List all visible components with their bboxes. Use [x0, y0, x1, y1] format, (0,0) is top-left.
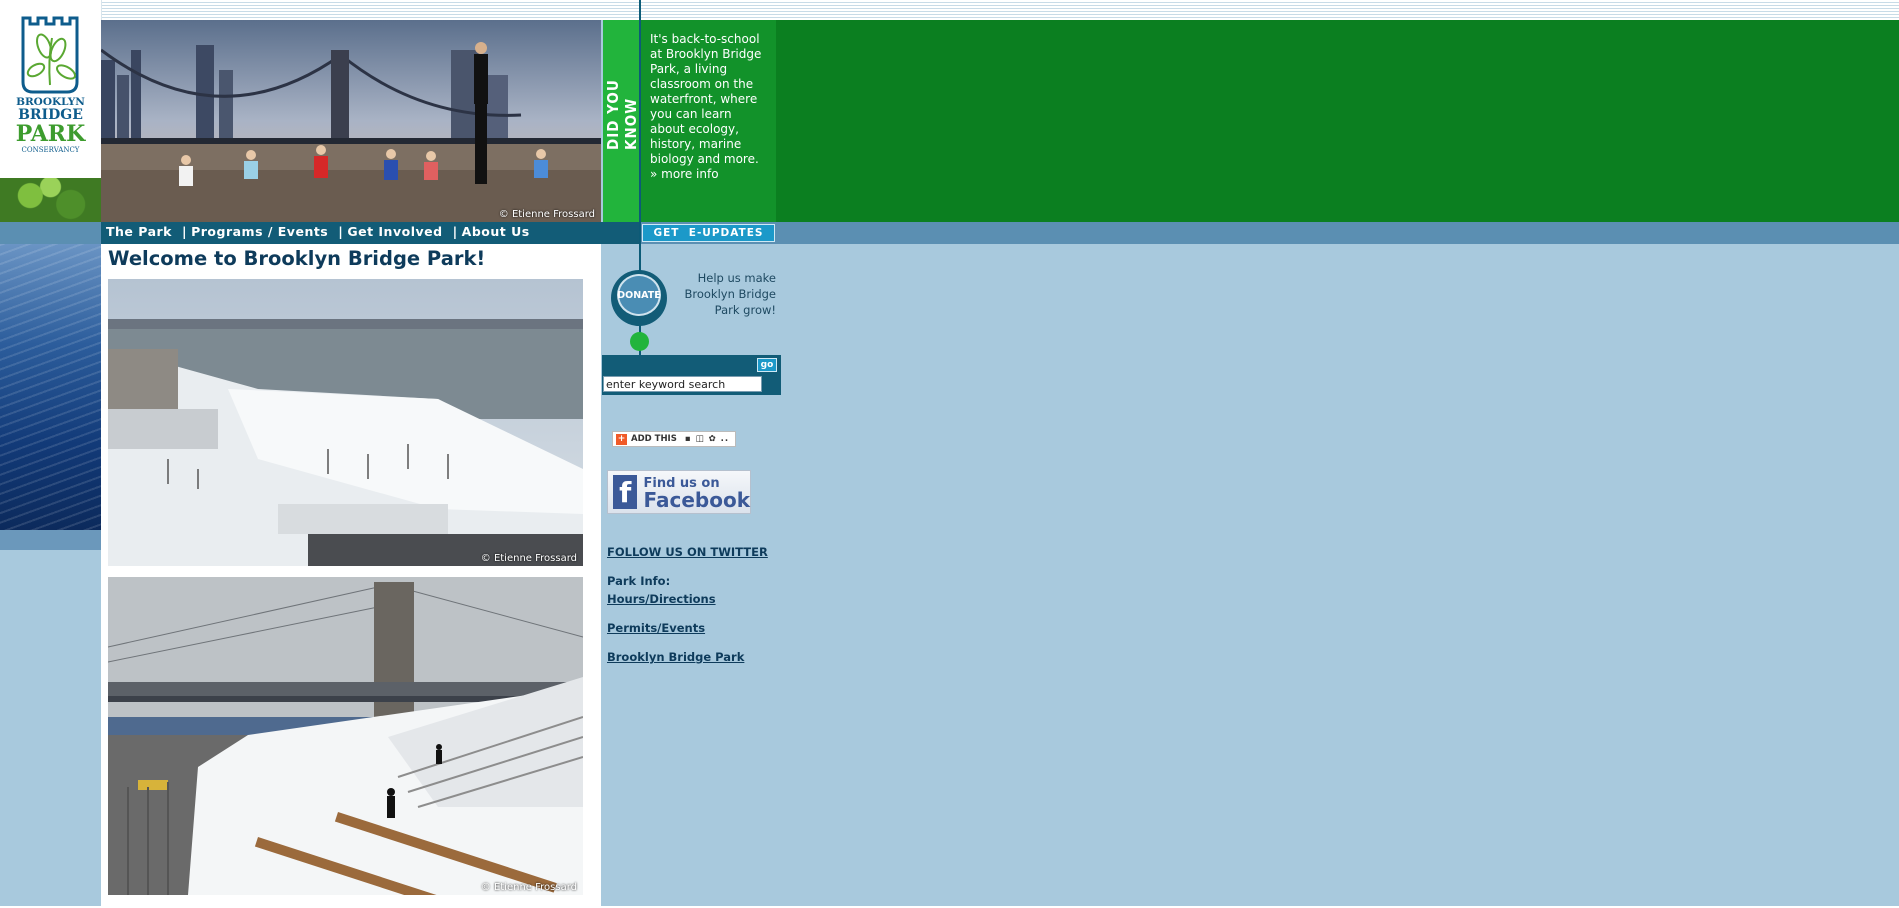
hours-directions-link[interactable]: Hours/Directions	[607, 592, 716, 606]
page-title: Welcome to Brooklyn Bridge Park!	[108, 247, 486, 270]
brooklyn-bridge-park-link[interactable]: Brooklyn Bridge Park	[607, 650, 744, 664]
permits-events-link[interactable]: Permits/Events	[607, 621, 705, 635]
addthis-label: ADD THIS	[631, 434, 677, 444]
get-eupdates-button[interactable]: GET E-UPDATES	[642, 224, 775, 242]
search-input[interactable]	[603, 376, 762, 392]
share-services-icon: ▪ ◫ ✿ ..	[684, 434, 730, 444]
top-stripe-band	[0, 0, 1899, 20]
main-nav: The Park | Programs / Events | Get Invol…	[106, 224, 530, 242]
nav-get-involved[interactable]: Get Involved	[347, 224, 442, 242]
plus-icon: +	[616, 433, 627, 445]
nav-separator: |	[452, 224, 458, 239]
nav-separator: |	[338, 224, 344, 239]
header-yoga-photo: © Etienne Frossard	[101, 20, 601, 222]
snow-pier-photo: © Etienne Frossard	[108, 279, 583, 566]
did-you-know-copy: It's back-to-school at Brooklyn Bridge P…	[650, 32, 770, 182]
water-image	[0, 244, 101, 530]
leaves-image	[0, 178, 101, 222]
facebook-badge-text: Find us on Facebook	[643, 476, 750, 512]
follow-twitter-link[interactable]: FOLLOW US ON TWITTER	[607, 545, 768, 559]
addthis-button[interactable]: + ADD THIS ▪ ◫ ✿ ..	[612, 431, 736, 447]
photo1-credit: © Etienne Frossard	[480, 553, 577, 564]
donate-button[interactable]: DONATE	[617, 274, 661, 316]
logo-line-park: PARK	[15, 121, 86, 147]
photo2-credit: © Etienne Frossard	[480, 882, 577, 893]
facebook-icon: f	[613, 475, 638, 509]
facebook-badge[interactable]: f Find us on Facebook	[607, 470, 751, 514]
water-bottom-band	[0, 530, 101, 550]
nav-the-park[interactable]: The Park	[106, 224, 172, 242]
nav-separator: |	[182, 224, 188, 239]
site-logo[interactable]: BROOKLYN BRIDGE PARK CONSERVANCY	[0, 0, 102, 178]
facebook-line2: Facebook	[643, 488, 750, 512]
brooklyn-bridge-snow-photo: © Etienne Frossard	[108, 577, 583, 895]
search-go-button[interactable]: go	[757, 358, 777, 372]
park-info-label: Park Info:	[607, 574, 671, 588]
nav-programs-events[interactable]: Programs / Events	[191, 224, 328, 242]
did-you-know-text: It's back-to-school at Brooklyn Bridge P…	[650, 32, 762, 166]
nav-about-us[interactable]: About Us	[462, 224, 530, 242]
more-info-link[interactable]: » more info	[650, 167, 719, 181]
green-dot-icon	[630, 332, 649, 351]
donate-message: Help us make Brooklyn Bridge Park grow!	[684, 271, 776, 317]
header-photo-credit: © Etienne Frossard	[498, 209, 595, 220]
header-green-fill	[776, 20, 1899, 222]
did-you-know-label: DID YOU KNOW	[604, 79, 640, 150]
